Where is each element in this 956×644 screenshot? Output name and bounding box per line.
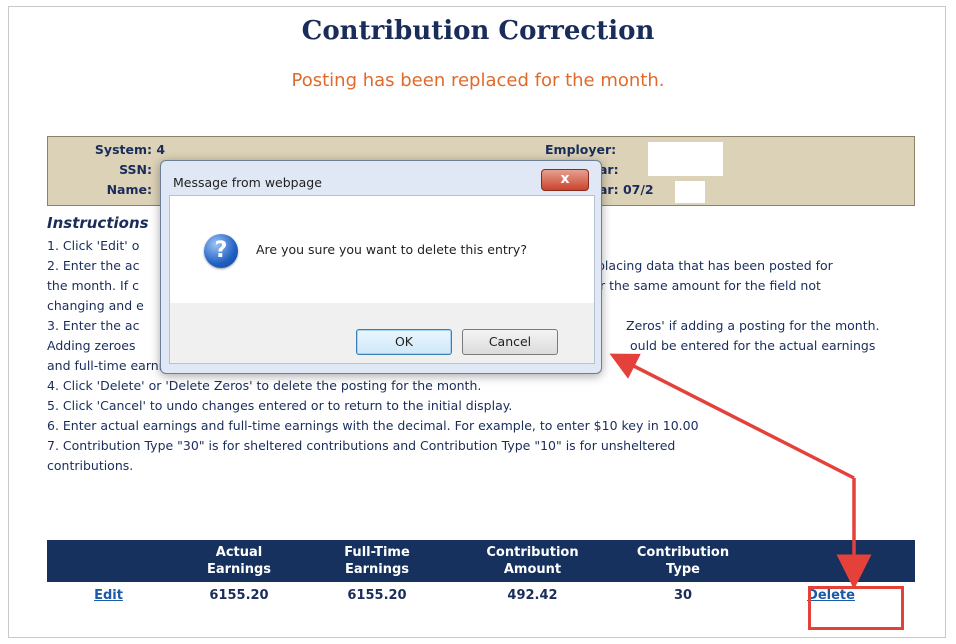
name-label: Name: bbox=[106, 182, 152, 197]
delete-highlight-box bbox=[808, 586, 904, 630]
table-header-row: Actual Earnings Full-Time Earnings Contrib… bbox=[47, 540, 915, 582]
instruction-text: 2. Enter the ac bbox=[47, 258, 140, 273]
reporting-row: ar: 07/2 bbox=[599, 182, 654, 197]
instruction-text: r the same amount for the field not bbox=[600, 278, 821, 293]
cancel-button[interactable]: Cancel bbox=[462, 329, 558, 355]
ssn-label: SSN: bbox=[119, 162, 152, 177]
instruction-text: Adding zeroes bbox=[47, 338, 136, 353]
system-label: System: bbox=[94, 142, 152, 157]
system-value: 4 bbox=[156, 142, 166, 157]
instruction-line: 6. Enter actual earnings and full-time e… bbox=[47, 416, 917, 436]
contribution-type-cell: 30 bbox=[673, 587, 693, 603]
employer-label: Employer: bbox=[545, 142, 617, 157]
instruction-text: the month. If c bbox=[47, 278, 139, 293]
edit-cell: Edit bbox=[47, 582, 170, 608]
instruction-text: 4. Click 'Delete' or 'Delete Zeros' to d… bbox=[47, 378, 482, 393]
column-header bbox=[47, 540, 170, 582]
instruction-text: contributions. bbox=[47, 458, 134, 473]
dialog-titlebar[interactable]: Message from webpage x bbox=[161, 161, 601, 195]
reporting-value: 07/2 bbox=[622, 182, 654, 197]
instruction-text: 5. Click 'Cancel' to undo changes entere… bbox=[47, 398, 513, 413]
column-header bbox=[747, 540, 915, 582]
page-title: Contribution Correction bbox=[301, 16, 655, 46]
actual-earnings-cell: 6155.20 bbox=[209, 587, 269, 603]
instruction-line: contributions. bbox=[47, 456, 917, 476]
ok-button[interactable]: OK bbox=[356, 329, 452, 355]
name-row: Name: bbox=[68, 182, 152, 197]
confirm-dialog: Message from webpage x ? Are you sure yo… bbox=[160, 160, 602, 374]
redacted-block bbox=[675, 181, 705, 203]
redacted-block bbox=[648, 142, 723, 176]
question-icon: ? bbox=[204, 234, 238, 268]
instruction-text: placing data that has been posted for bbox=[597, 258, 833, 273]
full-time-earnings-cell: 6155.20 bbox=[347, 587, 407, 603]
column-header-full-time-earnings: Full-Time Earnings bbox=[308, 540, 446, 582]
contribution-table: Actual Earnings Full-Time Earnings Contrib… bbox=[47, 540, 915, 608]
dialog-title: Message from webpage bbox=[173, 175, 322, 190]
instruction-line: 7. Contribution Type "30" is for shelter… bbox=[47, 436, 917, 456]
instruction-text: 1. Click 'Edit' o bbox=[47, 238, 140, 253]
column-header-contribution-type: Contribution Type bbox=[619, 540, 747, 582]
column-header-actual-earnings: Actual Earnings bbox=[170, 540, 308, 582]
instruction-text: 3. Enter the ac bbox=[47, 318, 140, 333]
table-row: Edit 6155.20 6155.20 492.42 30 Delete bbox=[47, 582, 915, 608]
instructions-heading: Instructions bbox=[47, 214, 149, 232]
column-header-contribution-amount: Contribution Amount bbox=[446, 540, 619, 582]
dialog-body: ? Are you sure you want to delete this e… bbox=[169, 195, 595, 305]
close-icon: x bbox=[560, 171, 570, 187]
edit-link[interactable]: Edit bbox=[94, 588, 123, 603]
instruction-text: 6. Enter actual earnings and full-time e… bbox=[47, 418, 699, 433]
contribution-amount-cell: 492.42 bbox=[507, 587, 558, 603]
instruction-text: 7. Contribution Type "30" is for shelter… bbox=[47, 438, 676, 453]
system-row: System: 4 bbox=[68, 142, 165, 157]
dialog-message: Are you sure you want to delete this ent… bbox=[256, 242, 527, 257]
close-button[interactable]: x bbox=[541, 169, 589, 191]
instruction-text: changing and e bbox=[47, 298, 144, 313]
instruction-line: 5. Click 'Cancel' to undo changes entere… bbox=[47, 396, 917, 416]
instruction-text: Zeros' if adding a posting for the month… bbox=[626, 318, 880, 333]
dialog-footer: OK Cancel bbox=[169, 303, 595, 364]
employer-row: Employer: bbox=[545, 142, 616, 157]
instruction-text: ould be entered for the actual earnings bbox=[630, 338, 876, 353]
ssn-row: SSN: bbox=[68, 162, 152, 177]
instruction-line: 4. Click 'Delete' or 'Delete Zeros' to d… bbox=[47, 376, 917, 396]
status-message: Posting has been replaced for the month. bbox=[291, 70, 665, 91]
